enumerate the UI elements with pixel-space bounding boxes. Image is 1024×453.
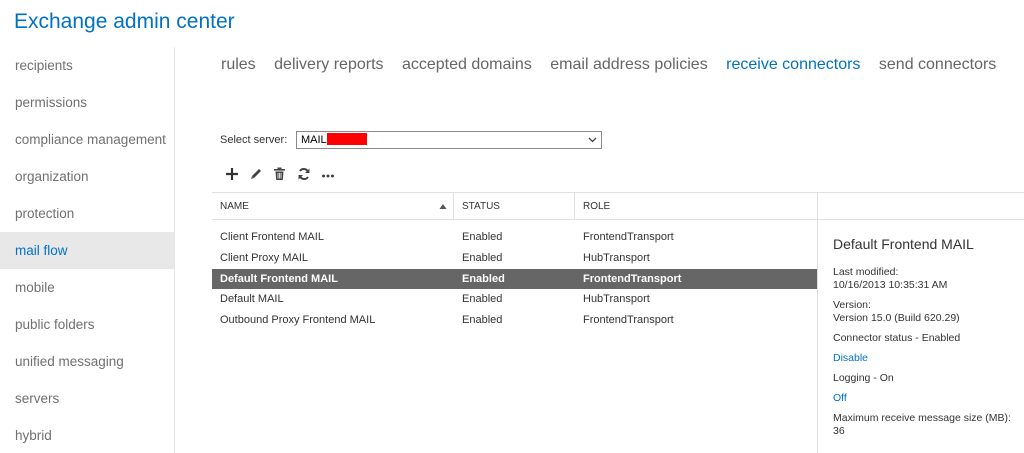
row-role: HubTransport: [583, 251, 650, 264]
last-modified-value: 10/16/2013 10:35:31 AM: [833, 279, 948, 291]
disable-link[interactable]: Disable: [833, 352, 1024, 365]
sidebar-item-unified-messaging[interactable]: unified messaging: [0, 343, 174, 380]
row-status: Enabled: [462, 293, 503, 306]
tab-receive-connectors[interactable]: receive connectors: [726, 56, 860, 74]
version-label: Version:: [833, 299, 871, 311]
column-header-role-label: ROLE: [583, 201, 611, 212]
sidebar-nav: recipients permissions compliance manage…: [0, 47, 175, 453]
sidebar-item-permissions[interactable]: permissions: [0, 84, 174, 121]
row-role: FrontendTransport: [583, 231, 674, 243]
table-row[interactable]: Default MAIL Enabled HubTransport: [212, 289, 817, 310]
sidebar-item-public-folders[interactable]: public folders: [0, 306, 174, 343]
row-status: Enabled: [462, 231, 503, 243]
row-name: Client Proxy MAIL: [220, 251, 309, 264]
connector-status: Connector status - Enabled: [833, 332, 961, 344]
refresh-icon[interactable]: [292, 164, 315, 184]
server-label: Select server:: [220, 134, 288, 146]
sidebar-item-servers[interactable]: servers: [0, 380, 174, 417]
chevron-down-icon: [588, 132, 597, 154]
mail-flow-tabs: rules delivery reports accepted domains …: [221, 56, 1010, 78]
server-value: MAIL: [301, 134, 327, 146]
sidebar-item-recipients[interactable]: recipients: [0, 47, 174, 84]
tab-accepted-domains[interactable]: accepted domains: [402, 56, 532, 74]
table-row-selected[interactable]: Default Frontend MAIL Enabled FrontendTr…: [212, 268, 817, 290]
ellipsis-icon[interactable]: [316, 164, 339, 184]
server-select[interactable]: MAIL: [296, 131, 602, 149]
sidebar-item-mail-flow[interactable]: mail flow: [0, 232, 174, 269]
last-modified-label: Last modified:: [833, 266, 899, 278]
row-role: FrontendTransport: [583, 272, 682, 285]
row-status: Enabled: [462, 251, 503, 264]
column-header-name[interactable]: NAME: [212, 193, 454, 220]
max-size-value: 36: [833, 425, 845, 437]
row-name: Default MAIL: [220, 293, 284, 306]
table-row[interactable]: Client Proxy MAIL Enabled HubTransport: [212, 248, 817, 269]
sidebar-item-hybrid[interactable]: hybrid: [0, 417, 174, 453]
row-name: Client Frontend MAIL: [220, 231, 324, 243]
sidebar-item-mobile[interactable]: mobile: [0, 269, 174, 306]
sort-ascending-icon: [439, 193, 447, 231]
logging-off-link[interactable]: Off: [833, 392, 1024, 405]
table-row[interactable]: Client Frontend MAIL Enabled FrontendTra…: [212, 227, 817, 248]
column-header-status-label: STATUS: [462, 201, 500, 212]
column-header-role[interactable]: ROLE: [575, 193, 818, 220]
max-size-label: Maximum receive message size (MB):: [833, 412, 1011, 424]
row-name: Outbound Proxy Frontend MAIL: [220, 314, 376, 327]
sidebar-item-compliance-management[interactable]: compliance management: [0, 121, 174, 158]
row-status: Enabled: [462, 272, 505, 285]
sidebar-item-protection[interactable]: protection: [0, 195, 174, 232]
plus-icon[interactable]: [220, 164, 243, 184]
details-pane: Default Frontend MAIL Last modified: 10/…: [817, 220, 1024, 453]
row-role: FrontendTransport: [583, 314, 674, 327]
row-status: Enabled: [462, 314, 503, 327]
server-selector-row: Select server: MAIL: [220, 131, 602, 149]
trash-icon[interactable]: [268, 164, 291, 184]
column-header-name-label: NAME: [220, 201, 249, 212]
column-header-status[interactable]: STATUS: [454, 193, 575, 220]
version-value: Version 15.0 (Build 620.29): [833, 312, 960, 324]
app-title: Exchange admin center: [14, 10, 235, 33]
grid-header: NAME STATUS ROLE: [212, 192, 1024, 220]
receive-connectors-grid: NAME STATUS ROLE Client Frontend MAIL En…: [212, 192, 1024, 326]
details-title: Default Frontend MAIL: [833, 236, 974, 252]
tab-send-connectors[interactable]: send connectors: [879, 56, 996, 74]
sidebar-item-organization[interactable]: organization: [0, 158, 174, 195]
row-name: Default Frontend MAIL: [220, 272, 338, 285]
tab-rules[interactable]: rules: [221, 56, 256, 74]
redaction-mark: [326, 133, 367, 145]
tab-email-address-policies[interactable]: email address policies: [550, 56, 707, 74]
grid-rows: Client Frontend MAIL Enabled FrontendTra…: [212, 227, 817, 331]
toolbar: [220, 164, 340, 184]
row-role: HubTransport: [583, 293, 650, 306]
tab-delivery-reports[interactable]: delivery reports: [274, 56, 383, 74]
pencil-icon[interactable]: [244, 164, 267, 184]
table-row[interactable]: Outbound Proxy Frontend MAIL Enabled Fro…: [212, 310, 817, 331]
logging-status: Logging - On: [833, 372, 894, 384]
